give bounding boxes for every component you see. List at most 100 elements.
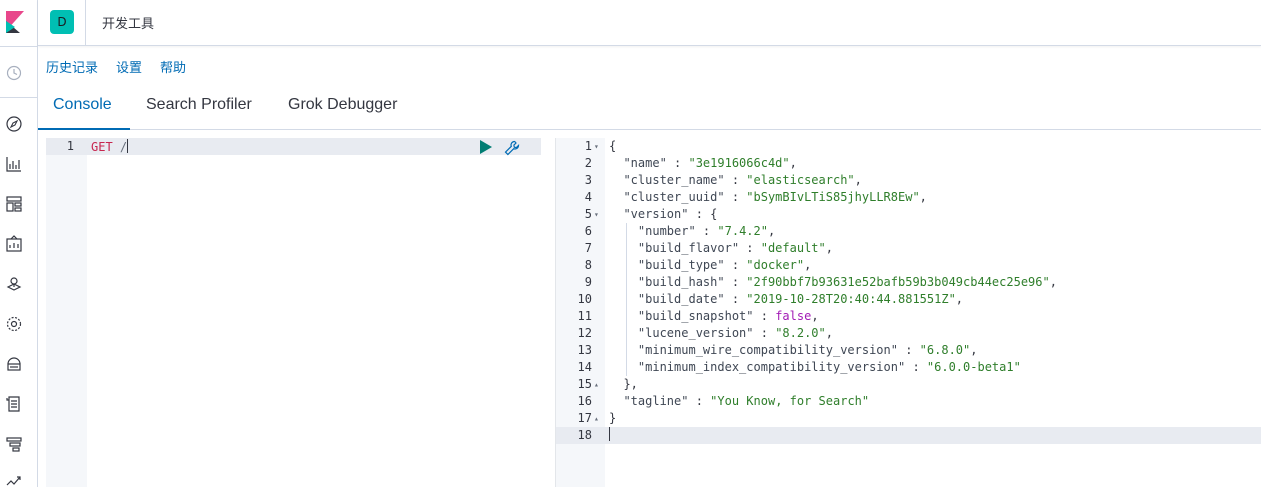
breadcrumb-dev-tools: 开发工具 [102,17,155,32]
response-line: 5 ▾ "version" : { [556,206,1261,223]
settings-link[interactable]: 设置 [116,57,142,76]
json-key: "build_flavor" [609,241,740,255]
discover-compass-icon[interactable] [5,115,23,133]
response-line-text: "cluster_name" : "elasticsearch", [609,173,862,187]
response-line: 8 "build_type" : "docker", [556,257,1261,274]
fold-toggle-icon[interactable]: ▴ [594,376,602,393]
top-header: D 开发工具 [38,0,1261,46]
fold-toggle-icon[interactable]: ▴ [594,410,602,427]
request-editor[interactable]: 1 GET / [46,138,541,487]
json-value: "6.0.0-beta1" [926,360,1021,374]
logs-icon[interactable] [5,395,23,413]
response-line-text: "name" : "3e1916066c4d", [609,156,797,170]
request-method: GET [91,140,113,154]
response-line-number: 2 [584,156,592,170]
request-line-number: 1 [66,139,74,153]
tab-console[interactable]: Console [53,96,112,114]
response-line: 18 [556,427,1261,444]
selected-tab-indicator [38,128,130,130]
recently-viewed-icon[interactable] [5,64,23,82]
rail-divider [0,46,38,47]
json-key: "build_hash" [609,275,725,289]
response-line: 11 "build_snapshot" : false, [556,308,1261,325]
request-path: / [119,140,128,154]
json-key: "minimum_index_compatibility_version" [609,360,906,374]
response-line-text: "minimum_wire_compatibility_version" : "… [609,343,978,357]
response-line-text: "minimum_index_compatibility_version" : … [609,360,1021,374]
response-line-number: 1 [584,139,592,153]
response-line-number: 15 [577,377,592,391]
infrastructure-icon[interactable] [5,355,23,373]
response-line: 15 ▴ }, [556,376,1261,393]
canvas-icon[interactable] [5,235,23,253]
response-line-number: 13 [577,343,592,357]
maps-icon[interactable] [5,275,23,293]
rail-divider [0,97,38,98]
json-value: { [710,207,718,221]
response-line-number: 4 [584,190,592,204]
json-key: "build_snapshot" [609,309,754,323]
response-line-number: 18 [577,428,592,442]
response-line-number: 9 [584,275,592,289]
response-line-number: 6 [584,224,592,238]
json-key: "build_date" [609,292,725,306]
response-line-number: 8 [584,258,592,272]
kibana-logo[interactable] [4,9,26,35]
json-value: false [775,309,812,323]
visualize-chart-icon[interactable] [5,155,23,173]
response-line: 12 "lucene_version" : "8.2.0", [556,325,1261,342]
dev-tools-tabs: Console Search Profiler Grok Debugger [38,85,1261,130]
space-avatar[interactable]: D [50,10,74,34]
response-line: 14 "minimum_index_compatibility_version"… [556,359,1261,376]
uptime-icon[interactable] [5,473,23,487]
response-line-text: "build_snapshot" : false, [609,309,819,323]
response-output[interactable]: 1 ▾{2 "name" : "3e1916066c4d", 3 "cluster_… [556,138,1261,487]
response-lines: 1 ▾{2 "name" : "3e1916066c4d", 3 "cluster_… [556,138,1261,444]
response-line-number: 16 [577,394,592,408]
response-line-text [609,427,610,444]
fold-toggle-icon[interactable]: ▾ [594,206,602,223]
response-line-text: } [609,411,617,425]
history-link[interactable]: 历史记录 [46,57,98,76]
response-line: 16 "tagline" : "You Know, for Search" [556,393,1261,410]
json-value: "2f90bbf7b93631e52bafb59b3b049cb44ec25e9… [746,275,1050,289]
text-cursor [127,139,129,153]
header-divider [85,0,86,46]
json-value: "bSymBIvLTiS85jhyLLR8Ew" [746,190,920,204]
json-key: "number" [609,224,696,238]
json-value: "7.4.2" [717,224,768,238]
response-line-number: 10 [577,292,592,306]
response-line-number: 17 [577,411,592,425]
json-key: "cluster_name" [609,173,725,187]
response-line-text: { [609,139,617,153]
response-line: 17 ▴} [556,410,1261,427]
response-line-number: 11 [577,309,592,323]
json-key: "minimum_wire_compatibility_version" [609,343,898,357]
json-value: "docker" [746,258,805,272]
json-key: "version" [609,207,689,221]
json-key: "cluster_uuid" [609,190,725,204]
response-line: 2 "name" : "3e1916066c4d", [556,155,1261,172]
response-line-text: "build_type" : "docker", [609,258,812,272]
run-request-play-icon[interactable] [478,139,494,155]
tab-search-profiler[interactable]: Search Profiler [146,96,252,114]
help-link[interactable]: 帮助 [160,57,186,76]
console-menu: 历史记录 设置 帮助 [46,57,186,76]
response-line-number: 5 [584,207,592,221]
json-key: "tagline" [609,394,689,408]
json-key: "build_type" [609,258,725,272]
response-line-text: "build_hash" : "2f90bbf7b93631e52bafb59b… [609,275,1057,289]
request-actions-wrench-icon[interactable] [503,139,521,157]
dashboard-icon[interactable] [5,195,23,213]
apm-icon[interactable] [5,435,23,453]
response-line-number: 7 [584,241,592,255]
fold-toggle-icon[interactable]: ▾ [594,138,602,155]
json-value: "6.8.0" [919,343,971,357]
response-line-number: 3 [584,173,592,187]
machine-learning-icon[interactable] [5,315,23,333]
json-value: "8.2.0" [775,326,826,340]
tab-grok-debugger[interactable]: Grok Debugger [288,96,397,114]
json-value: "elasticsearch" [746,173,855,187]
request-code-line[interactable]: GET / [91,139,129,154]
json-value: "default" [760,241,826,255]
